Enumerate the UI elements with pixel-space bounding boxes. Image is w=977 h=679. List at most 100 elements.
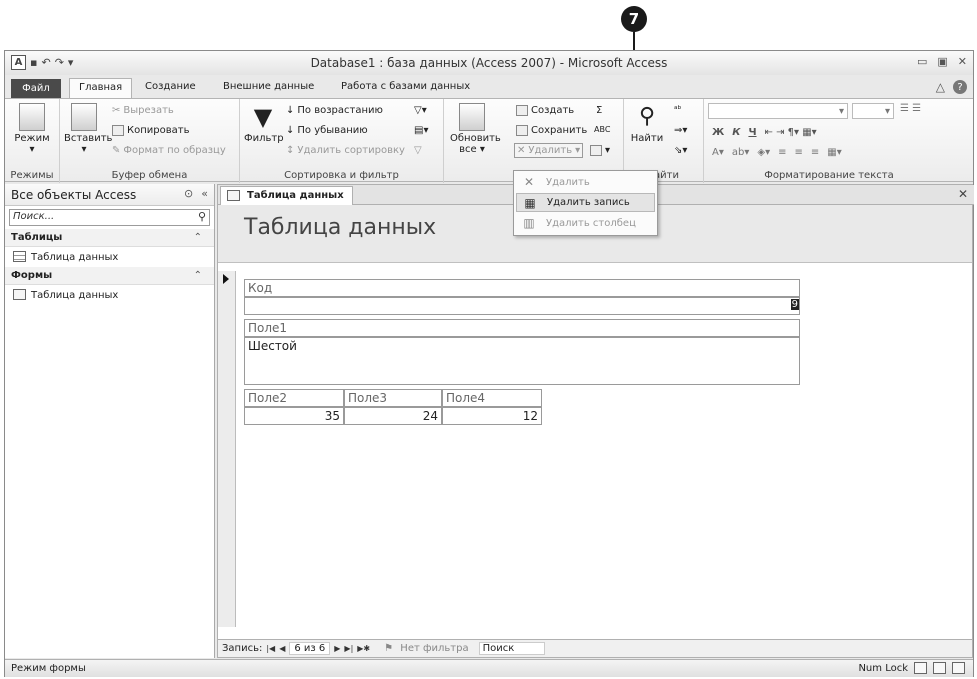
collapse-ribbon-icon[interactable]: △ [936,80,945,94]
refresh-all-button[interactable]: Обновить все ▾ [450,103,501,155]
minimize-icon[interactable]: ▭ [917,55,927,68]
last-record-icon[interactable]: ▶| [344,644,353,653]
layout-view-icon[interactable] [933,662,946,674]
nav-group-tables[interactable]: Таблицы ⌃ [5,229,214,247]
sort-za-icon: ↓ [286,125,295,136]
nav-search-input[interactable]: Поиск... ⚲ [9,209,210,226]
menu-item-delete-record[interactable]: ▦ Удалить запись [516,193,655,212]
bold-button[interactable]: Ж [712,127,724,138]
more-records-button[interactable]: ▾ [590,145,610,156]
field-input-kod[interactable]: 9 [244,297,800,315]
tab-database-tools[interactable]: Работа с базами данных [341,81,470,92]
nav-group-forms[interactable]: Формы ⌃ [5,267,214,285]
tab-form-document[interactable]: Таблица данных [220,186,353,205]
goto-icon: ⇒▾ [674,125,688,136]
next-record-icon[interactable]: ▶ [334,644,340,653]
new-record-button[interactable]: Создать [516,105,574,116]
advanced-filter-button[interactable]: ▤▾ [414,125,428,136]
new-record-nav-icon[interactable]: ▶✱ [357,644,370,653]
menu-item-delete-column[interactable]: ▥ Удалить столбец [516,214,655,233]
document-area: Таблица данных ✕ Таблица данных Код 9 По… [217,184,974,658]
filter-button[interactable]: ▼ Фильтр [244,103,284,144]
filter-icon: ⚑ [384,643,394,654]
tab-file[interactable]: Файл [11,79,61,98]
field-input-pole1[interactable]: Шестой [244,337,800,385]
tab-create[interactable]: Создание [145,81,196,92]
form-view-icon[interactable] [914,662,927,674]
nav-menu-icon[interactable]: ⊙ [184,187,193,200]
goto-button[interactable]: ⇒▾ [674,125,687,136]
find-button[interactable]: ⚲ Найти [630,103,664,144]
view-icon [19,103,45,131]
dropdown-arrow-icon: ▾ [575,145,581,156]
gridlines-icon[interactable]: ▦▾ [827,147,841,158]
record-position-input[interactable]: 6 из 6 [289,642,331,655]
delete-x-icon: ✕ [517,145,526,156]
view-button[interactable]: Режим ▾ [13,103,51,155]
help-icon[interactable]: ? [953,80,967,94]
align-right-icon[interactable]: ≡ [811,147,819,158]
font-size-select[interactable]: ▾ [852,103,894,119]
callout-marker: 7 [621,6,647,32]
close-icon[interactable]: ✕ [958,55,967,68]
indent-icon[interactable]: ⇤ ⇥ ¶▾ ▦▾ [765,127,817,138]
design-view-icon[interactable] [952,662,965,674]
close-document-icon[interactable]: ✕ [958,187,968,201]
advanced-filter-icon: ▤▾ [414,125,429,136]
sort-ascending-button[interactable]: ↓ По возрастанию [286,105,383,116]
collapse-pane-icon[interactable]: « [201,187,208,200]
totals-button[interactable]: Σ [596,105,602,116]
more-icon [590,145,602,156]
format-painter-button[interactable]: ✎ Формат по образцу [112,145,226,156]
tab-home[interactable]: Главная [69,78,133,100]
group-clipboard: Вставить ▾ ✂ Вырезать Копировать ✎ Формат п… [60,99,240,183]
nav-item-form[interactable]: Таблица данных [5,285,214,305]
record-selector[interactable] [218,271,236,627]
paste-button[interactable]: Вставить ▾ [64,103,112,155]
highlight-icon[interactable]: ab▾ [732,147,750,158]
record-search-input[interactable]: Поиск [478,642,546,655]
fill-color-icon[interactable]: ◈▾ [757,147,770,158]
replace-button[interactable]: ᵃᵇ [674,105,681,115]
select-button[interactable]: ⇘▾ [674,145,687,156]
form-body: Код 9 Поле1 Шестой Поле2 Поле3 Поле4 35 … [218,271,972,631]
toggle-filter-button[interactable]: ▽ [414,145,422,156]
nav-item-table[interactable]: Таблица данных [5,247,214,267]
save-record-button[interactable]: Сохранить [516,125,587,136]
font-name-select[interactable]: ▾ [708,103,848,119]
cut-button[interactable]: ✂ Вырезать [112,105,174,116]
chevron-up-icon: ⌃ [193,232,202,243]
tab-external-data[interactable]: Внешние данные [223,81,314,92]
align-center-icon[interactable]: ≡ [794,147,802,158]
spelling-button[interactable]: ABC [594,125,610,134]
align-left-icon[interactable]: ≡ [778,147,786,158]
copy-button[interactable]: Копировать [112,125,189,136]
sort-descending-button[interactable]: ↓ По убыванию [286,125,368,136]
remove-sort-button[interactable]: ↕ Удалить сортировку [286,145,405,156]
italic-button[interactable]: К [732,127,740,138]
paste-icon [71,103,97,131]
prev-record-icon[interactable]: ◀ [279,644,285,653]
ribbon: Режим ▾ Режимы Вставить ▾ ✂ Вырезать Копиро… [5,98,973,183]
font-style-buttons: Ж К Ч ⇤ ⇥ ¶▾ ▦▾ [712,127,817,138]
font-color-icon[interactable]: A▾ [712,147,724,158]
field-input-pole4[interactable]: 12 [442,407,542,425]
delete-record-icon: ▦ [524,196,536,210]
field-input-pole3[interactable]: 24 [344,407,442,425]
delete-button[interactable]: ✕ Удалить ▾ [514,143,584,158]
navigation-pane: Все объекты Access ⊙ « Поиск... ⚲ Таблицы… [5,184,215,658]
select-icon: ⇘▾ [674,145,688,156]
status-text: Режим формы [11,663,86,674]
menu-item-delete[interactable]: ✕ Удалить [516,173,655,192]
bullets-button[interactable]: ☰ ☰ [900,103,921,114]
field-input-pole2[interactable]: 35 [244,407,344,425]
scissors-icon: ✂ [112,105,121,116]
underline-button[interactable]: Ч [748,127,756,138]
selection-filter-button[interactable]: ▽▾ [414,105,427,116]
nav-pane-header[interactable]: Все объекты Access ⊙ « [5,184,214,206]
first-record-icon[interactable]: |◀ [266,644,275,653]
no-filter-indicator[interactable]: ⚑ Нет фильтра [380,643,468,654]
restore-icon[interactable]: ▣ [937,55,947,68]
window-controls: ▭ ▣ ✕ [917,55,967,68]
numlock-indicator: Num Lock [858,662,908,674]
